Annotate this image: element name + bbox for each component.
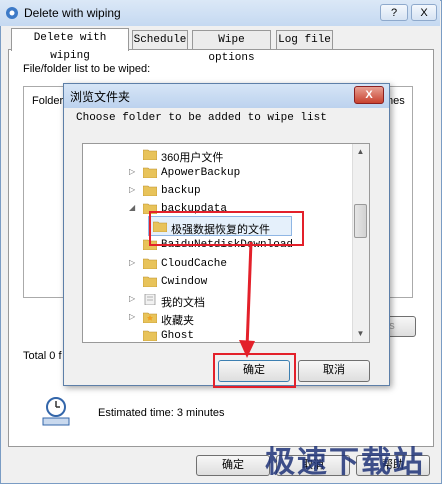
- tree-item-label: Ghost: [161, 330, 195, 342]
- tree-item-label: 我的文档: [161, 297, 205, 309]
- tree-expander-icon[interactable]: ▷: [129, 167, 135, 176]
- tree-item-label: Cwindow: [161, 276, 208, 288]
- tree-item-label: 360用户文件: [161, 152, 224, 164]
- tree-expander-icon[interactable]: ▷: [129, 185, 135, 194]
- vertical-scrollbar[interactable]: [352, 144, 369, 342]
- estimated-time: Estimated time: 3 minutes: [98, 407, 225, 419]
- ok-button[interactable]: 确定: [196, 455, 270, 476]
- clock-icon: [42, 397, 70, 426]
- tree-item-label: 收藏夹: [161, 315, 194, 327]
- tree-collapse-icon[interactable]: ◢: [129, 203, 135, 212]
- total-label: Total 0 f: [23, 350, 62, 362]
- tree-item[interactable]: ▷ ApowerBackup: [83, 165, 351, 183]
- tree-item[interactable]: ▷ backup: [83, 183, 351, 201]
- tree-item[interactable]: 360用户文件: [83, 147, 351, 165]
- dialog-close-button[interactable]: X: [354, 86, 384, 104]
- tree-item[interactable]: Ghost: [83, 328, 351, 342]
- folder-icon: [143, 330, 157, 341]
- help-button[interactable]: ?: [380, 4, 408, 21]
- document-icon: [144, 294, 156, 305]
- folder-icon: [143, 149, 157, 160]
- close-button[interactable]: X: [411, 4, 437, 21]
- scroll-up-arrow-icon[interactable]: ▲: [352, 144, 369, 160]
- window-title: Delete with wiping: [24, 6, 121, 20]
- tab-schedule[interactable]: Schedule: [132, 30, 188, 49]
- tree-item-label: backup: [161, 185, 201, 197]
- column-folder[interactable]: Folder: [32, 95, 63, 107]
- scroll-thumb[interactable]: [354, 204, 367, 238]
- dialog-instruction: Choose folder to be added to wipe list: [76, 112, 327, 124]
- dialog-cancel-button[interactable]: 取消: [298, 360, 370, 382]
- tree-item[interactable]: ▷ 收藏夹: [83, 310, 351, 328]
- scroll-down-arrow-icon[interactable]: ▼: [352, 326, 369, 342]
- tree-expander-icon[interactable]: ▷: [129, 312, 135, 321]
- tree-item[interactable]: ▷ 我的文档: [83, 292, 351, 310]
- folder-icon: [143, 276, 157, 287]
- tree-item[interactable]: Cwindow: [83, 274, 351, 292]
- watermark: 极速下载站: [265, 446, 425, 479]
- tree-item-label: CloudCache: [161, 258, 228, 270]
- favorites-folder-icon: [143, 312, 157, 323]
- folder-icon: [143, 185, 157, 196]
- tab-wipe-options[interactable]: Wipe options: [192, 30, 271, 64]
- tree-item[interactable]: ▷ CloudCache: [83, 256, 351, 274]
- folder-icon: [143, 167, 157, 178]
- tab-delete-with-wiping[interactable]: Delete with wiping: [11, 28, 129, 62]
- folder-icon: [143, 258, 157, 269]
- dialog-title: 浏览文件夹: [70, 90, 131, 104]
- tree-item-label: ApowerBackup: [161, 167, 241, 179]
- tree-expander-icon[interactable]: ▷: [129, 294, 135, 303]
- tab-log-file[interactable]: Log file: [276, 30, 333, 49]
- app-icon: [6, 7, 18, 19]
- red-arrow-icon: [239, 241, 255, 358]
- tree-expander-icon[interactable]: ▷: [129, 258, 135, 267]
